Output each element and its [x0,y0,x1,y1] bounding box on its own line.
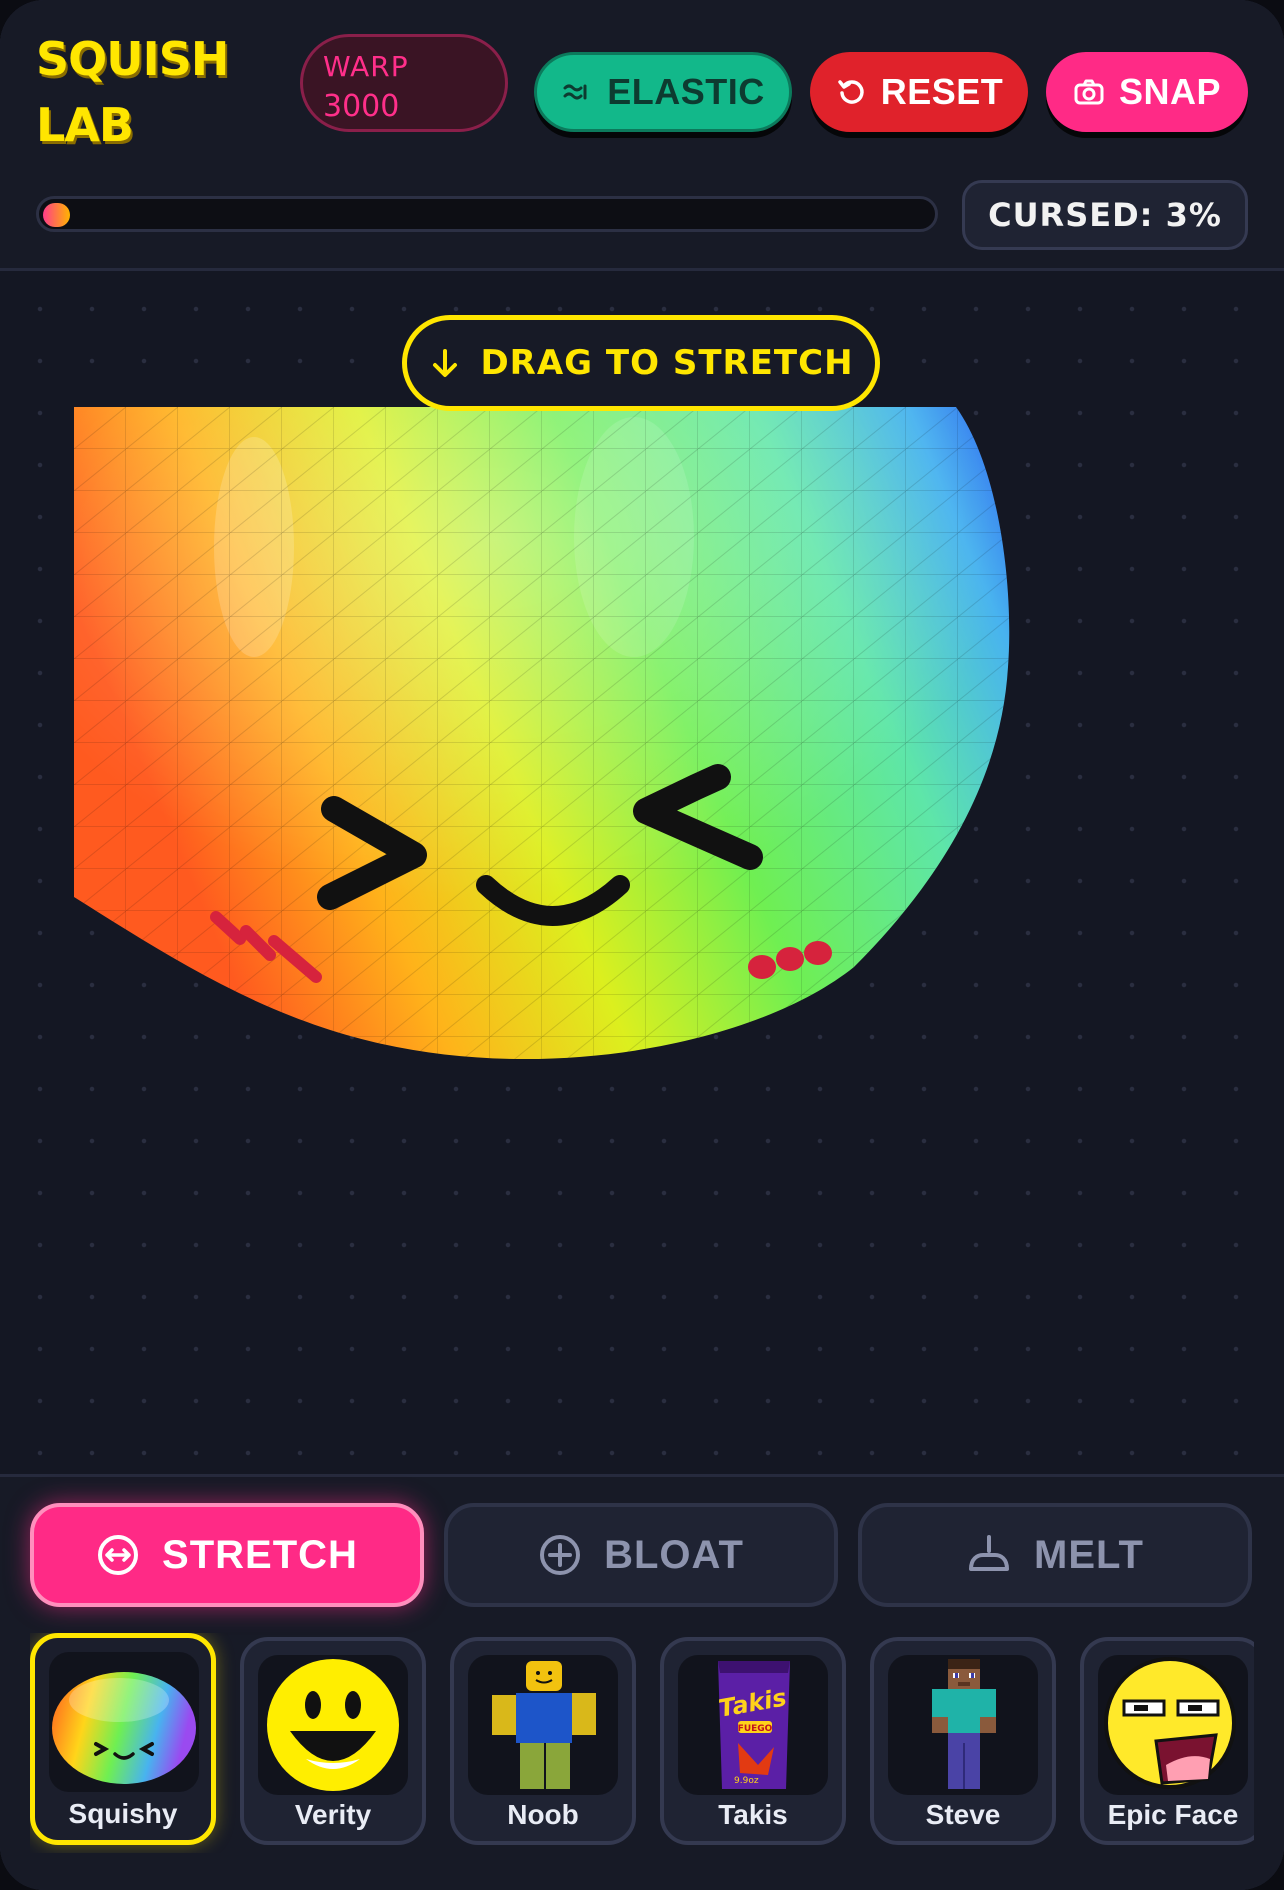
preset-name: Steve [925,1799,1001,1830]
app-frame: SQUISH LAB WARP 3000 ELASTIC RESET SNAP … [0,0,1284,1890]
logo-line-2: LAB [36,98,134,152]
mode-stretch-button[interactable]: STRETCH [30,1503,424,1607]
reset-icon [837,80,864,104]
arrow-down-icon [433,349,458,377]
reset-label: RESET [880,71,1004,112]
steve-thumbnail [888,1655,1038,1795]
noob-thumbnail [468,1655,618,1795]
mode-stretch-label: STRETCH [162,1532,358,1577]
mode-melt-button[interactable]: MELT [858,1503,1252,1607]
snap-label: SNAP [1118,71,1222,112]
snap-button[interactable]: SNAP [1046,52,1248,132]
elastic-label: ELASTIC [607,71,765,112]
tool-panel: STRETCH BLOAT MELT Squishy Verity Noob T… [0,1474,1284,1890]
squishy-warped-image[interactable] [74,407,1010,1067]
mode-bloat-label: BLOAT [604,1532,744,1577]
preset-name: Epic Face [1107,1799,1239,1830]
plus-circle-icon [540,1535,581,1575]
warp-counter: WARP 3000 [300,34,508,132]
elastic-button[interactable]: ELASTIC [534,52,792,132]
drag-hint-badge: DRAG TO STRETCH [402,315,880,411]
preset-epic-face[interactable]: Epic Face [1080,1637,1254,1845]
takis-bag-thumbnail: Takis FUEGO 9.9oz [678,1655,828,1795]
warp-label: WARP [323,50,409,83]
preset-name: Squishy [68,1798,178,1829]
preset-carousel[interactable]: Squishy Verity Noob Takis FUEGO 9.9oz Ta… [30,1633,1254,1853]
drag-hint-text: DRAG TO STRETCH [480,343,854,383]
top-bar: SQUISH LAB WARP 3000 ELASTIC RESET SNAP … [0,0,1284,271]
preset-name: Noob [507,1799,579,1830]
epic-face-thumbnail [1098,1655,1248,1795]
takis-size-text: 9.9oz [734,1776,759,1786]
preset-name: Verity [294,1799,372,1830]
melt-icon [969,1535,1010,1571]
app-logo: SQUISH LAB [36,26,236,158]
reset-button[interactable]: RESET [810,52,1028,132]
preset-verity[interactable]: Verity [240,1637,426,1845]
preset-name: Takis [718,1799,788,1830]
camera-icon [1074,79,1104,105]
preset-squishy[interactable]: Squishy [30,1633,216,1845]
progress-fill [43,203,70,227]
preset-noob[interactable]: Noob [450,1637,636,1845]
warp-value: 3000 [323,89,400,124]
stretch-icon [98,1535,139,1575]
smiley-face-thumbnail [258,1655,408,1795]
squishy-thumbnail [49,1652,199,1792]
wave-icon [563,84,587,100]
cursed-progress-bar [36,196,938,232]
preset-takis[interactable]: Takis FUEGO 9.9oz Takis [660,1637,846,1845]
mode-melt-label: MELT [1034,1532,1144,1577]
canvas-stage[interactable]: DRAG TO STRETCH [0,271,1284,1474]
takis-flavor-text: FUEGO [738,1724,773,1734]
mode-bloat-button[interactable]: BLOAT [444,1503,838,1607]
cursed-meter: CURSED: 3% [962,180,1248,250]
logo-line-1: SQUISH [36,32,229,86]
preset-steve[interactable]: Steve [870,1637,1056,1845]
